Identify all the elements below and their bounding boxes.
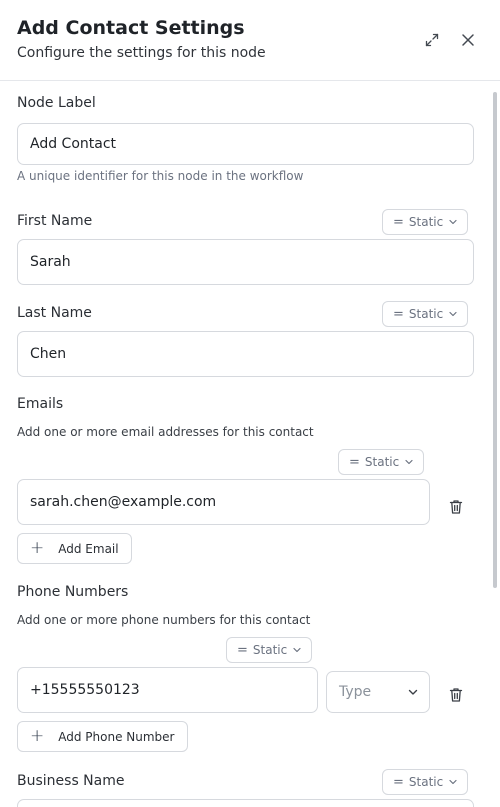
equals-icon: = bbox=[349, 454, 360, 470]
close-icon bbox=[462, 34, 474, 46]
chevron-down-icon bbox=[449, 779, 457, 785]
expand-button[interactable] bbox=[420, 28, 444, 52]
last-name-label: Last Name bbox=[17, 305, 92, 321]
mode-label: Static bbox=[364, 455, 400, 469]
delete-email-button[interactable] bbox=[446, 497, 466, 517]
node-label-input[interactable] bbox=[17, 123, 474, 165]
add-email-label: Add Email bbox=[58, 541, 119, 556]
chevron-down-icon bbox=[408, 689, 418, 695]
plus-icon: + bbox=[30, 538, 45, 558]
add-phone-label: Add Phone Number bbox=[58, 729, 175, 744]
phone-type-select[interactable]: Type bbox=[326, 671, 430, 713]
phone-input[interactable] bbox=[17, 667, 318, 713]
last-name-input[interactable] bbox=[17, 331, 474, 377]
first-name-mode-select[interactable]: = Static bbox=[382, 209, 469, 235]
mode-label: Static bbox=[408, 775, 444, 789]
mode-label: Static bbox=[408, 307, 444, 321]
first-name-label: First Name bbox=[17, 213, 93, 229]
header-divider bbox=[0, 80, 500, 81]
first-name-input[interactable] bbox=[17, 239, 474, 285]
panel-title: Add Contact Settings bbox=[17, 17, 245, 39]
equals-icon: = bbox=[393, 306, 404, 322]
chevron-down-icon bbox=[405, 459, 413, 465]
equals-icon: = bbox=[237, 642, 248, 658]
scrollbar-thumb[interactable] bbox=[493, 92, 497, 588]
delete-phone-button[interactable] bbox=[446, 685, 466, 705]
equals-icon: = bbox=[393, 774, 404, 790]
business-name-label: Business Name bbox=[17, 773, 125, 789]
email-mode-select[interactable]: = Static bbox=[338, 449, 425, 475]
add-email-button[interactable]: + Add Email bbox=[17, 533, 132, 564]
node-label-label: Node Label bbox=[17, 95, 96, 111]
trash-icon bbox=[449, 688, 463, 702]
business-name-input[interactable] bbox=[17, 799, 474, 807]
phones-help: Add one or more phone numbers for this c… bbox=[17, 613, 311, 627]
last-name-mode-select[interactable]: = Static bbox=[382, 301, 469, 327]
close-button[interactable] bbox=[456, 28, 480, 52]
mode-label: Static bbox=[408, 215, 444, 229]
node-label-hint: A unique identifier for this node in the… bbox=[17, 169, 304, 183]
phones-label: Phone Numbers bbox=[17, 584, 129, 600]
business-name-mode-select[interactable]: = Static bbox=[382, 769, 469, 795]
add-phone-button[interactable]: + Add Phone Number bbox=[17, 721, 188, 752]
email-input[interactable] bbox=[17, 479, 430, 525]
chevron-down-icon bbox=[293, 647, 301, 653]
chevron-down-icon bbox=[449, 219, 457, 225]
panel-subtitle: Configure the settings for this node bbox=[17, 45, 266, 61]
mode-label: Static bbox=[252, 643, 288, 657]
trash-icon bbox=[449, 500, 463, 514]
expand-icon bbox=[425, 33, 439, 47]
phone-mode-select[interactable]: = Static bbox=[226, 637, 313, 663]
phone-type-placeholder: Type bbox=[339, 684, 372, 700]
equals-icon: = bbox=[393, 214, 404, 230]
emails-label: Emails bbox=[17, 396, 64, 412]
emails-help: Add one or more email addresses for this… bbox=[17, 425, 314, 439]
chevron-down-icon bbox=[449, 311, 457, 317]
plus-icon: + bbox=[30, 726, 45, 746]
